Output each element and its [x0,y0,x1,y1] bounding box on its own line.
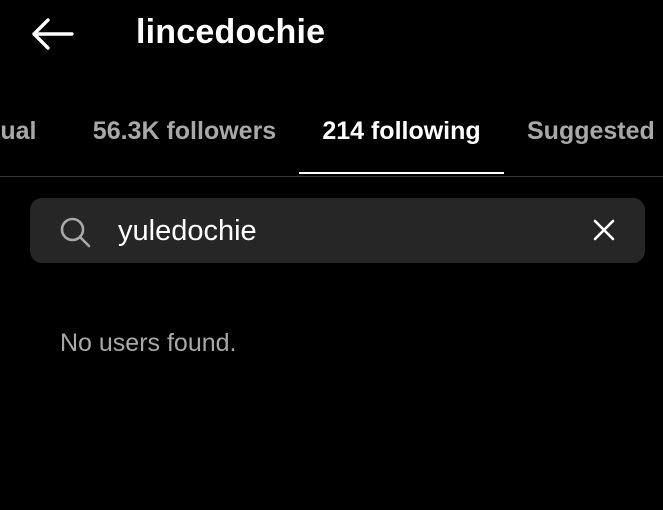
tab-label: tual [0,117,37,145]
arrow-left-icon [32,18,74,50]
tab-followers[interactable]: 56.3K followers [70,100,299,176]
page-title: lincedochie [136,13,326,51]
tab-label: 214 following [322,117,481,145]
divider [0,176,663,177]
tab-bar: tual 56.3K followers 214 following Sugge… [0,100,663,176]
empty-state-message: No users found. [60,329,237,357]
tab-following[interactable]: 214 following [299,100,504,176]
tab-suggested[interactable]: Suggested [520,100,663,176]
tab-label: Suggested [527,117,655,145]
tab-mutual[interactable]: tual [0,100,54,176]
search-input[interactable] [118,211,568,251]
back-button[interactable] [28,14,76,54]
top-bar: lincedochie [0,0,663,66]
close-icon [593,219,615,241]
clear-search-button[interactable] [588,214,620,246]
tab-label: 56.3K followers [92,117,277,145]
active-tab-indicator [299,172,504,174]
search-icon [60,217,91,248]
